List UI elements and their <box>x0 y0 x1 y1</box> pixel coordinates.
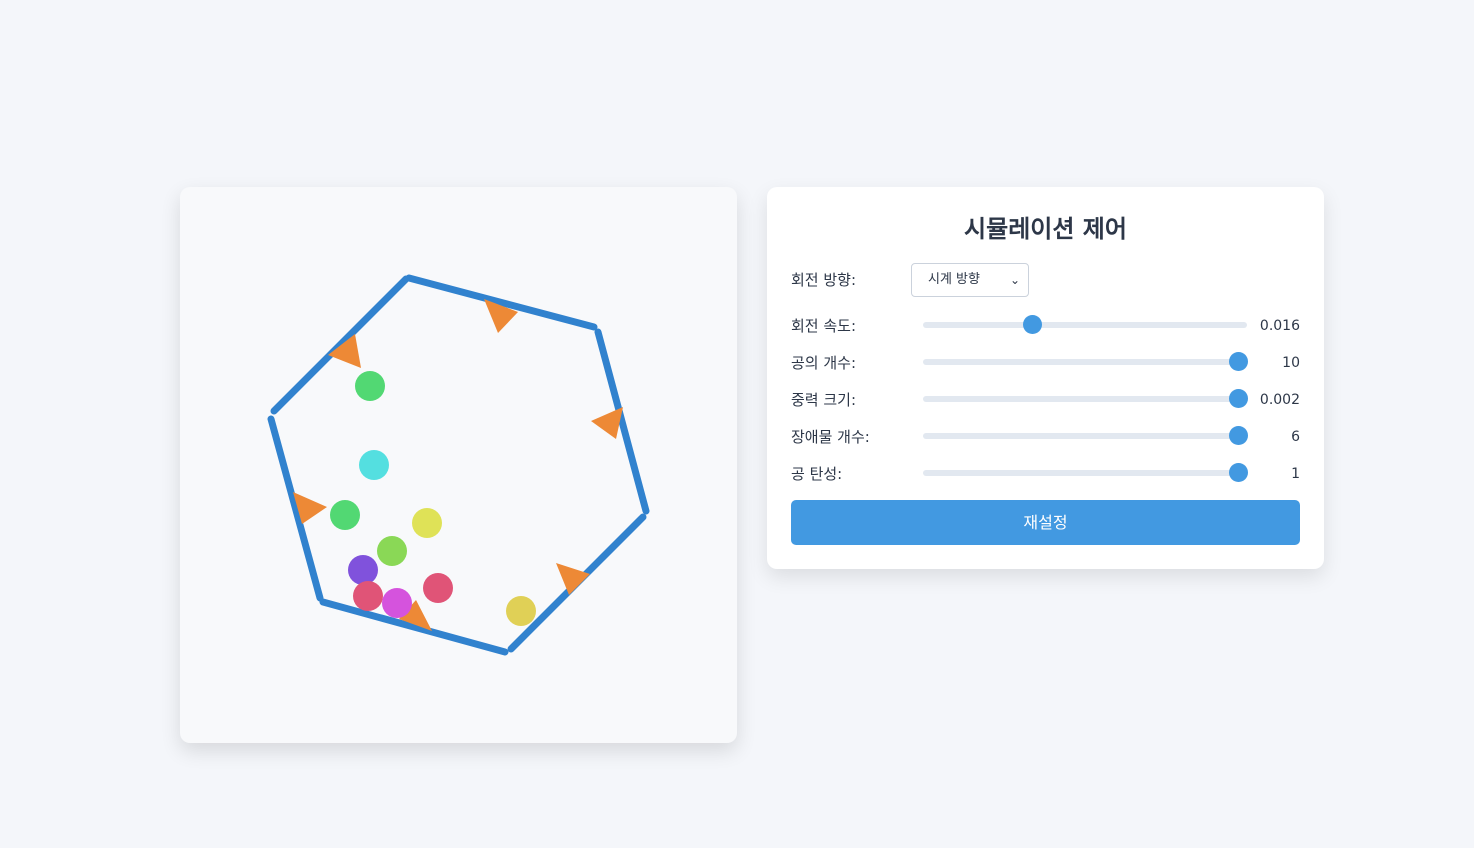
gravity-slider[interactable] <box>923 389 1248 408</box>
elasticity-slider[interactable] <box>923 463 1248 482</box>
ball-count-value: 10 <box>1282 355 1300 371</box>
balls <box>330 371 536 626</box>
slider-thumb[interactable] <box>1229 389 1248 408</box>
ball <box>382 588 412 618</box>
ball <box>348 555 378 585</box>
direction-label: 회전 방향: <box>791 271 857 289</box>
reset-button[interactable]: 재설정 <box>791 500 1300 545</box>
ball <box>506 596 536 626</box>
obstacle-triangle <box>591 407 623 439</box>
direction-select-value: 시계 방향 <box>928 272 980 287</box>
ball <box>353 581 383 611</box>
ball <box>359 450 389 480</box>
slider-thumb[interactable] <box>1022 315 1042 334</box>
obstacles <box>293 299 623 631</box>
slider-thumb[interactable] <box>1229 352 1248 371</box>
control-panel: 시뮬레이션 제어 회전 방향: 시계 방향 ⌄ 회전 속도: 0.016 공의 … <box>767 187 1324 569</box>
ball-count-label: 공의 개수: <box>791 354 857 372</box>
ball <box>355 371 385 401</box>
ball <box>423 573 453 603</box>
rotation-speed-slider[interactable] <box>923 315 1247 334</box>
obstacle-triangle <box>556 563 590 595</box>
rotation-speed-label: 회전 속도: <box>791 317 857 335</box>
simulation-canvas <box>180 187 737 743</box>
ball-count-slider[interactable] <box>923 352 1248 371</box>
ball <box>330 500 360 530</box>
ball <box>412 508 442 538</box>
gravity-value: 0.002 <box>1259 392 1300 408</box>
obstacle-count-value: 6 <box>1291 429 1300 445</box>
panel-title: 시뮬레이션 제어 <box>964 215 1127 243</box>
direction-select[interactable]: 시계 방향 ⌄ <box>911 263 1029 297</box>
chevron-down-icon: ⌄ <box>1009 273 1020 287</box>
hexagon-wall <box>270 275 410 415</box>
elasticity-value: 1 <box>1291 466 1300 482</box>
gravity-label: 중력 크기: <box>791 391 857 409</box>
rotation-speed-value: 0.016 <box>1259 318 1300 334</box>
simulation-svg <box>267 274 650 656</box>
slider-thumb[interactable] <box>1229 463 1248 482</box>
ball <box>377 536 407 566</box>
hexagon-container <box>267 274 650 656</box>
elasticity-label: 공 탄성: <box>791 465 843 483</box>
obstacle-count-label: 장애물 개수: <box>791 428 870 446</box>
slider-thumb[interactable] <box>1229 426 1248 445</box>
obstacle-count-slider[interactable] <box>923 426 1248 445</box>
